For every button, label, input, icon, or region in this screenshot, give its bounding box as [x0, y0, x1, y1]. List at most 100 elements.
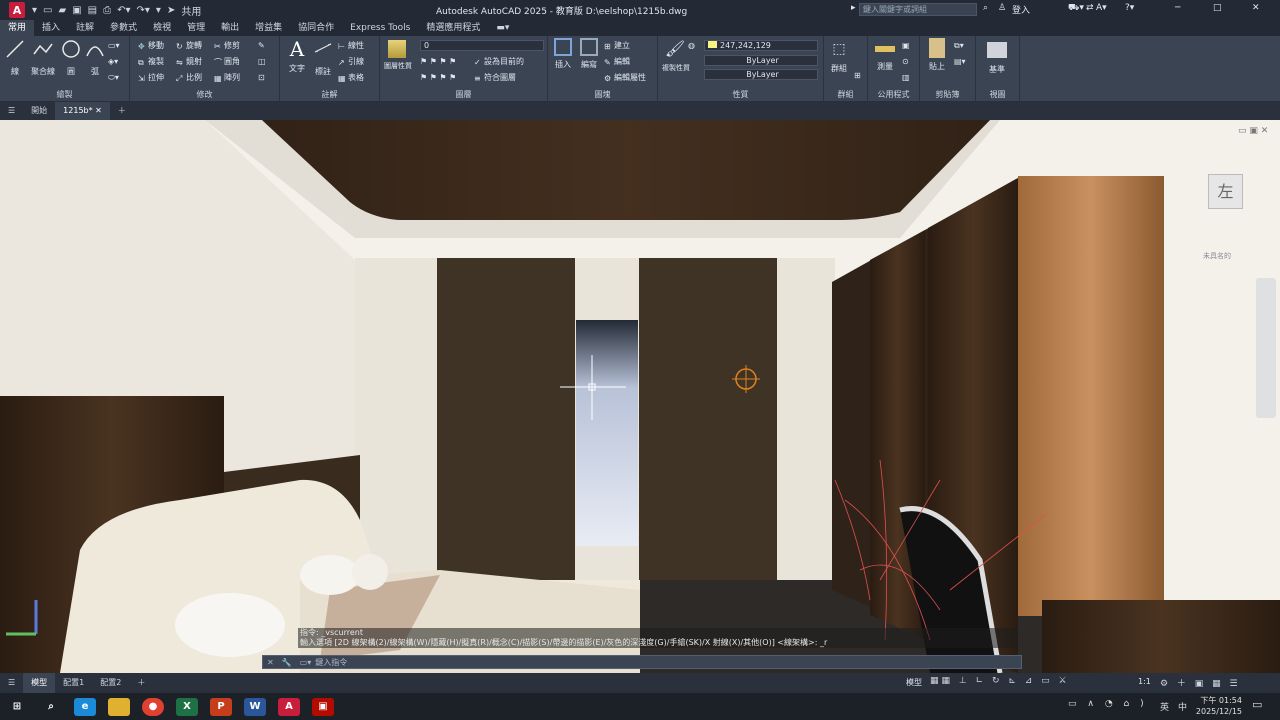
close-command-icon[interactable]: ✕ [263, 658, 278, 667]
color-wheel-icon[interactable]: ◍ [688, 40, 695, 51]
rectangle-icon[interactable]: ▭▾ [108, 40, 120, 51]
group-tool[interactable]: ⬚ 群組 [826, 38, 852, 74]
navigation-bar[interactable] [1256, 278, 1276, 418]
stretch-button[interactable]: ⇲ 拉伸 [138, 72, 164, 83]
powerpoint-icon[interactable]: P [210, 697, 232, 716]
tab-view[interactable]: 檢視 [145, 20, 179, 36]
tab-model[interactable]: 模型 [23, 673, 56, 693]
ellipse-icon[interactable]: ⬭▾ [108, 72, 119, 83]
layer-properties-tool[interactable]: 圖層性質 [384, 38, 412, 71]
tab-layout2[interactable]: 配置2 [92, 673, 129, 693]
open-file-icon[interactable]: ▰ [58, 5, 66, 16]
tab-insert[interactable]: 插入 [34, 20, 68, 36]
fillet-button[interactable]: ⌒ 圓角 [214, 56, 240, 67]
tab-layout1[interactable]: 配置1 [55, 673, 92, 693]
layout-menu-icon[interactable]: ☰ [0, 673, 23, 693]
match-layer-button[interactable]: ≡ 符合圖層 [474, 72, 516, 83]
search-icon[interactable]: ⌕ [983, 3, 988, 13]
save-icon[interactable]: ▣ [72, 5, 81, 16]
viewcube[interactable]: 左 [1208, 174, 1243, 209]
tab-document[interactable]: 1215b* ✕ [55, 102, 110, 120]
exchange-icon[interactable]: ⇄ [1086, 3, 1094, 13]
more-icon[interactable]: ▾ [156, 5, 161, 16]
color-dropdown[interactable]: 247,242,129 [704, 40, 818, 51]
id-point-icon[interactable]: ⊙ [902, 56, 909, 67]
measure-tool[interactable]: 測量 [872, 38, 898, 72]
search-taskbar-icon[interactable]: ⌕ [40, 698, 62, 716]
paste-tool[interactable]: 貼上 [924, 38, 950, 72]
edge-icon[interactable]: e [74, 697, 96, 716]
arc-tool[interactable]: 弧 [82, 38, 108, 77]
command-prompt-icon[interactable]: ▭▾ [296, 658, 316, 667]
edit-attribute-button[interactable]: ⚙ 編輯屬性 [604, 72, 646, 83]
tab-featured-apps[interactable]: 精選應用程式 [418, 20, 488, 36]
copy-clip-icon[interactable]: ⧉▾ [954, 40, 964, 51]
tab-addins[interactable]: 增益集 [247, 20, 290, 36]
layer-tools-row2[interactable]: ⚑ ⚑ ⚑ ⚑ [420, 72, 456, 83]
file-explorer-icon[interactable] [108, 697, 130, 716]
autocad-logo-icon[interactable]: A [9, 2, 25, 18]
share-icon[interactable]: ➤ [167, 5, 175, 16]
drawing-viewport[interactable]: 左 未具名的 ▭ ▣ ✕ [0, 120, 1280, 673]
ime-mode[interactable]: 中 [1178, 700, 1187, 713]
cart-icon[interactable]: ⛟▾ [1068, 3, 1084, 14]
tab-start[interactable]: 開始 [23, 102, 55, 120]
base-view-tool[interactable]: 基準 [984, 38, 1010, 75]
user-icon[interactable]: ♙ [998, 3, 1006, 13]
match-properties-tool[interactable]: 🖌 複製性質 [662, 38, 690, 73]
close-tab-icon[interactable]: ✕ [95, 106, 102, 115]
group-select-icon[interactable]: ⊞ [854, 70, 861, 81]
command-input[interactable]: 鍵入指令 [315, 657, 347, 668]
set-current-button[interactable]: ✓ 設為目前的 [474, 56, 524, 67]
quick-calc-icon[interactable]: ▥ [902, 72, 910, 83]
rotate-button[interactable]: ↻ 旋轉 [176, 40, 202, 51]
insert-block-tool[interactable]: 插入 [550, 38, 576, 70]
array-button[interactable]: ▦ 陣列 [214, 72, 240, 83]
table-button[interactable]: ▦ 表格 [338, 72, 364, 83]
menu-icon[interactable]: ☰ [0, 102, 23, 120]
calculator-icon[interactable]: ▣ [902, 40, 910, 51]
undo-icon[interactable]: ↶▾ [117, 5, 130, 16]
move-button[interactable]: ✥ 移動 [138, 40, 164, 51]
autodesk-a-icon[interactable]: A▾ [1096, 3, 1107, 13]
linetype-dropdown[interactable]: ByLayer [704, 55, 818, 66]
tab-collaborate[interactable]: 協同合作 [290, 20, 342, 36]
wcs-label[interactable]: 未具名的 [1203, 251, 1231, 261]
erase-icon[interactable]: ✎ [258, 40, 265, 51]
close-icon[interactable]: ✕ [1252, 3, 1260, 13]
add-layout-icon[interactable]: ＋ [129, 673, 153, 693]
drafting-toggles[interactable]: ▦▦ ⊥ ∟ ↻ ⊾ ⊿ ▭ ⚔ [930, 676, 1070, 686]
minimize-icon[interactable]: ─ [1175, 3, 1180, 13]
offset-icon[interactable]: ⊡ [258, 72, 265, 83]
linear-dim-button[interactable]: ⊢ 線性 [338, 40, 364, 51]
new-file-icon[interactable]: ▭ [43, 5, 52, 16]
excel-icon[interactable]: X [176, 697, 198, 716]
notification-icon[interactable]: ▭ [1252, 698, 1262, 711]
word-icon[interactable]: W [244, 697, 266, 716]
viewport-controls[interactable]: ▭ ▣ ✕ [1238, 126, 1268, 136]
trim-button[interactable]: ✂ 修剪 [214, 40, 240, 51]
autocad-taskbar-icon[interactable]: A [278, 697, 300, 716]
share-button[interactable]: 共用 [181, 3, 201, 18]
ribbon-toggle-icon[interactable]: ▬▾ [488, 20, 517, 36]
tab-express-tools[interactable]: Express Tools [342, 20, 418, 36]
dropdown-icon[interactable]: ▾ [32, 5, 37, 16]
restore-icon[interactable]: □ [1213, 3, 1222, 13]
acrobat-icon[interactable]: ▣ [312, 697, 334, 716]
tab-output[interactable]: 輸出 [213, 20, 247, 36]
plot-icon[interactable]: ⎙ [103, 5, 111, 16]
layer-tools-row1[interactable]: ⚑ ⚑ ⚑ ⚑ [420, 56, 456, 67]
status-tools[interactable]: ⚙ ＋ ▣ ▦ ☰ [1160, 676, 1241, 689]
circle-tool[interactable]: 圓 [58, 38, 84, 77]
edit-block-tool[interactable]: 編寫 [576, 38, 602, 70]
hatch-icon[interactable]: ◈▾ [108, 56, 118, 67]
line-tool[interactable]: 線 [2, 38, 28, 77]
tab-manage[interactable]: 管理 [179, 20, 213, 36]
tab-home[interactable]: 常用 [0, 20, 35, 36]
dimension-tool[interactable]: 標註 [310, 38, 336, 77]
tray-icons[interactable]: ▭ ∧ ◔ ⌂ ) [1068, 699, 1148, 709]
search-input[interactable]: 鍵入關鍵字或詞組 [859, 3, 977, 16]
copy-button[interactable]: ⧉ 複製 [138, 56, 164, 67]
scale-button[interactable]: ⤢ 比例 [176, 72, 202, 83]
model-space-toggle[interactable]: 模型 [906, 677, 922, 688]
